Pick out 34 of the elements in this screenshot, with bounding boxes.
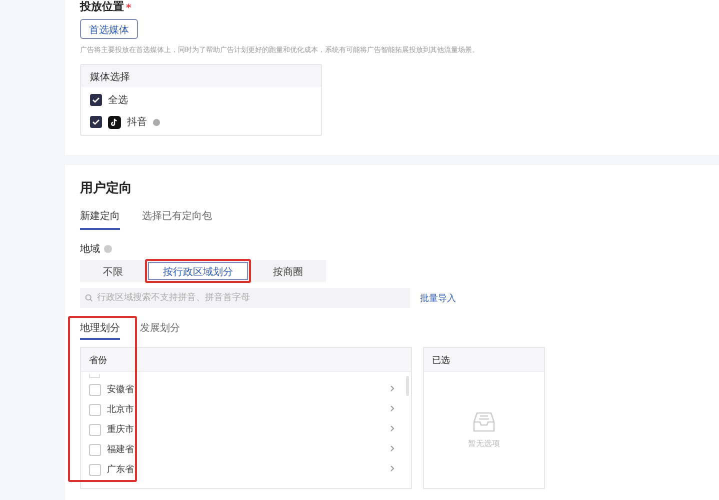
province-item[interactable]: 重庆市 — [107, 423, 384, 436]
checkbox[interactable] — [90, 116, 102, 128]
empty-text: 暂无选项 — [468, 438, 500, 448]
tab[interactable]: 选择已有定向包 — [142, 209, 212, 230]
preferred-media-button[interactable]: 首选媒体 — [80, 19, 138, 39]
province-item[interactable]: 广东省 — [107, 463, 384, 476]
panel-title: 已选 — [424, 348, 544, 372]
field-label: 投放位置 — [80, 0, 124, 14]
field-label: 地域 — [80, 242, 100, 256]
checkbox[interactable] — [90, 94, 102, 106]
help-icon — [104, 245, 112, 253]
music-note-icon — [108, 116, 121, 128]
tab[interactable]: 地理划分 — [80, 321, 120, 340]
checkbox-edge — [89, 374, 100, 378]
tab[interactable]: 新建定向 — [80, 209, 120, 230]
checkmark-icon — [92, 118, 100, 126]
segment-option[interactable]: 不限 — [88, 262, 138, 280]
province-item[interactable]: 福建省 — [107, 443, 384, 456]
segment-option[interactable]: 按商圈 — [258, 262, 318, 280]
section-title: 用户定向 — [80, 180, 133, 197]
panel-title: 省份 — [81, 348, 411, 372]
tab[interactable]: 发展划分 — [140, 321, 180, 340]
option-label: 全选 — [108, 94, 128, 107]
search-field[interactable]: 行政区域搜索不支持拼音、拼音首字母 — [80, 288, 410, 308]
required-mark: * — [126, 3, 132, 14]
province-item[interactable]: 安徽省 — [107, 383, 384, 396]
help-icon — [153, 118, 160, 126]
batch-import-link[interactable]: 批量导入 — [420, 292, 456, 304]
checkmark-icon — [92, 96, 100, 104]
panel-title: 媒体选择 — [81, 65, 321, 87]
inbox-icon — [473, 412, 495, 432]
option-label: 抖音 — [127, 116, 147, 129]
province-item[interactable]: 北京市 — [107, 403, 384, 416]
segment-option[interactable]: 按行政区域划分 — [148, 262, 248, 280]
